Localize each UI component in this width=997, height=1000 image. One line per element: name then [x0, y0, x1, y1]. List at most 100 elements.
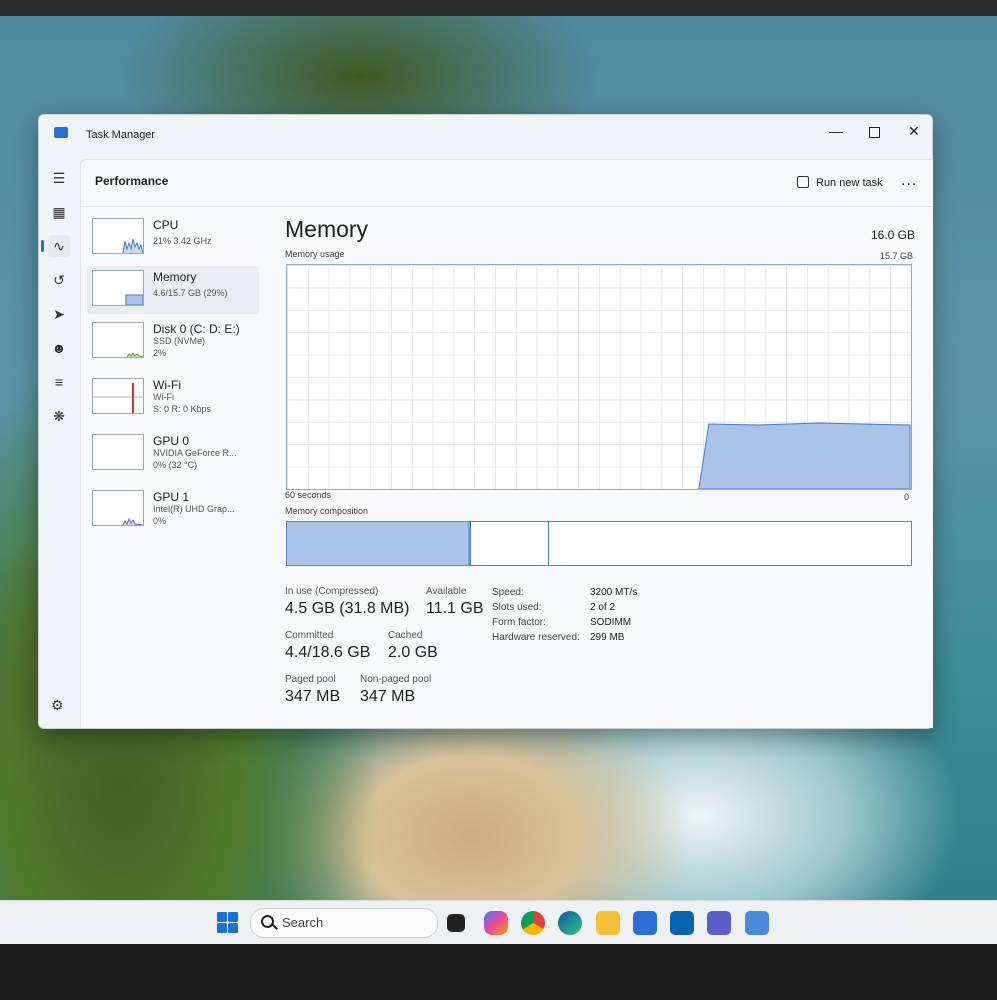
task-manager-window: Task Manager — ✕ ☰ ▦ ∿ ↺ ➤ ☻ ≡ ❋ ⚙ Perfo… [38, 114, 933, 729]
cpu-mini-graph [92, 218, 144, 254]
resource-detail: 2% [153, 348, 167, 358]
screen-bezel-bottom [0, 944, 997, 1000]
resource-detail: 21% 3.42 GHz [153, 236, 212, 246]
window-title: Task Manager [86, 129, 156, 141]
non-paged-pool-value: 347 MB [360, 688, 416, 705]
services-icon[interactable]: ❋ [48, 405, 70, 427]
resource-detail: 0% [153, 516, 167, 526]
search-label: Search [282, 915, 324, 930]
resource-name: Disk 0 (C: D: E:) [153, 322, 240, 336]
resource-item-gpu0[interactable]: GPU 0 NVIDIA GeForce R... 0% (32 °C) [87, 430, 259, 478]
start-windows-icon[interactable] [217, 912, 239, 934]
in-use-value: 4.5 GB (31.8 MB) [285, 600, 410, 617]
memory-usage-max: 15.7 GB [879, 251, 913, 261]
in-use-label: In use (Compressed) [285, 586, 379, 597]
slots-used-value: 2 of 2 [590, 602, 616, 613]
memory-mini-graph [92, 270, 144, 306]
task-manager-taskbar-icon[interactable] [745, 911, 769, 935]
task-manager-app-icon [54, 127, 68, 138]
details-icon[interactable]: ≡ [48, 371, 70, 393]
time-span-label: 60 seconds [285, 490, 332, 500]
memory-total: 16.0 GB [870, 228, 915, 242]
cached-label: Cached [388, 630, 423, 641]
committed-value: 4.4/18.6 GB [285, 644, 371, 661]
more-options-button[interactable]: ... [901, 172, 917, 190]
composition-standby[interactable] [470, 522, 549, 565]
chrome-icon[interactable] [521, 911, 545, 935]
maximize-button[interactable] [854, 119, 894, 143]
users-icon[interactable]: ☻ [48, 337, 70, 359]
page-header: Performance Run new task ... [81, 160, 933, 207]
file-explorer-icon[interactable] [596, 911, 620, 935]
performance-pane: Performance Run new task ... CPU 21% 3.4… [80, 159, 933, 728]
teams-icon[interactable] [707, 911, 731, 935]
resource-item-cpu[interactable]: CPU 21% 3.42 GHz [87, 214, 259, 262]
committed-label: Committed [285, 630, 334, 641]
memory-composition-bar [286, 521, 912, 566]
graph-zero-label: 0 [903, 492, 909, 502]
run-task-icon [797, 176, 809, 188]
slots-used-label: Slots used: [492, 602, 542, 613]
resource-item-wifi[interactable]: Wi-Fi Wi-Fi S: 0 R: 0 Kbps [87, 374, 259, 422]
memory-title: Memory [285, 216, 369, 242]
title-bar[interactable]: Task Manager — ✕ [39, 115, 932, 149]
non-paged-pool-label: Non-paged pool [360, 674, 432, 685]
resource-detail: NVIDIA GeForce R... [153, 448, 237, 458]
taskbar-search-box[interactable]: Search [250, 908, 438, 938]
resource-name: GPU 0 [153, 434, 190, 448]
close-button[interactable]: ✕ [894, 119, 934, 143]
run-new-task-label: Run new task [816, 177, 883, 189]
microsoft-store-icon[interactable] [633, 911, 657, 935]
startup-apps-icon[interactable]: ➤ [48, 303, 70, 325]
composition-in-use[interactable] [287, 522, 469, 565]
taskbar [0, 900, 997, 945]
paged-pool-label: Paged pool [285, 674, 336, 685]
navigation-rail: ☰ ▦ ∿ ↺ ➤ ☻ ≡ ❋ [39, 159, 79, 719]
processes-icon[interactable]: ▦ [48, 201, 70, 223]
cached-value: 2.0 GB [388, 644, 438, 661]
resource-name: CPU [153, 218, 179, 232]
available-label: Available [426, 586, 467, 597]
disk-mini-graph [92, 322, 144, 358]
copilot-icon[interactable] [484, 911, 508, 935]
resource-name: Wi-Fi [153, 378, 181, 392]
resource-detail: SSD (NVMe) [153, 336, 206, 346]
gpu1-mini-graph [92, 490, 144, 526]
resource-detail: Wi-Fi [153, 392, 174, 402]
minimize-button[interactable]: — [816, 119, 856, 143]
resource-item-gpu1[interactable]: GPU 1 Intel(R) UHD Grap... 0% [87, 486, 259, 534]
form-factor-value: SODIMM [590, 617, 632, 628]
resource-item-disk[interactable]: Disk 0 (C: D: E:) SSD (NVMe) 2% [87, 318, 259, 366]
resource-detail: S: 0 R: 0 Kbps [153, 404, 212, 414]
resource-detail: 0% (32 °C) [153, 460, 198, 470]
wifi-mini-graph [92, 378, 144, 414]
hamburger-menu-icon[interactable]: ☰ [48, 167, 70, 189]
resource-list: CPU 21% 3.42 GHz Memory 4.6/15.7 GB (29%… [81, 206, 261, 726]
task-view-icon[interactable] [447, 914, 465, 932]
settings-gear-icon[interactable]: ⚙ [51, 697, 64, 714]
memory-detail-panel: Memory 16.0 GB Memory usage 15.7 GB 60 s… [281, 206, 921, 726]
form-factor-label: Form factor: [492, 617, 546, 628]
run-new-task-button[interactable]: Run new task [797, 176, 883, 189]
speed-label: Speed: [492, 587, 524, 598]
hardware-reserved-label: Hardware reserved: [492, 632, 580, 643]
search-icon [261, 915, 274, 928]
gpu0-mini-graph [92, 434, 144, 470]
app-history-icon[interactable]: ↺ [48, 269, 70, 291]
outlook-icon[interactable] [670, 911, 694, 935]
memory-composition-label: Memory composition [285, 506, 369, 516]
paged-pool-value: 347 MB [285, 688, 341, 705]
memory-usage-area [698, 422, 911, 489]
resource-name: Memory [153, 270, 197, 284]
edge-icon[interactable] [558, 911, 582, 935]
memory-usage-graph [286, 264, 912, 490]
page-title: Performance [95, 174, 169, 188]
resource-detail: Intel(R) UHD Grap... [153, 504, 235, 514]
memory-usage-label: Memory usage [285, 249, 345, 259]
performance-icon[interactable]: ∿ [41, 235, 70, 257]
hardware-reserved-value: 299 MB [590, 632, 625, 643]
available-value: 11.1 GB [426, 600, 484, 617]
resource-item-memory[interactable]: Memory 4.6/15.7 GB (29%) [87, 266, 259, 314]
resource-detail: 4.6/15.7 GB (29%) [153, 288, 228, 298]
speed-value: 3200 MT/s [590, 587, 638, 598]
